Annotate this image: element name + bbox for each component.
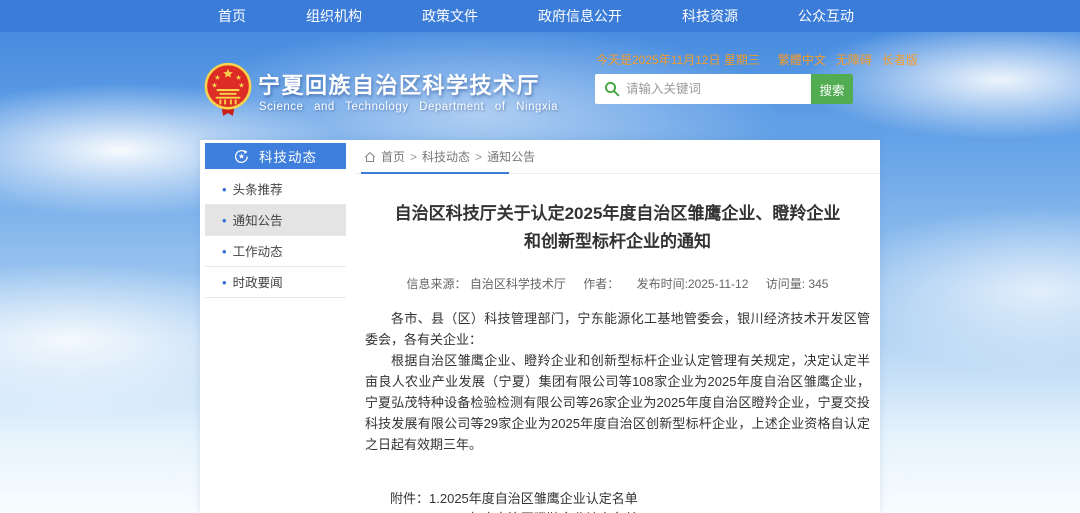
china-national-emblem-logo [204,61,252,119]
sidebar-item-label: 通知公告 [233,214,283,228]
breadcrumb-current: 通知公告 [487,148,535,165]
attachment-link-2[interactable]: 2.2025年度自治区瞪羚企业认定名单 [429,509,677,513]
breadcrumb-separator: > [475,150,482,164]
meta-visit-count: 访问量: 345 [766,277,829,291]
meta-source: 信息来源： 自治区科学技术厅 [407,277,566,291]
star-circle-arrow-icon [234,149,249,164]
top-nav: 首页 组织机构 政策文件 政府信息公开 科技资源 公众互动 [0,0,1080,32]
article-title-line1: 自治区科技厅关于认定2025年度自治区雏鹰企业、瞪羚企业 [355,200,880,228]
bullet-icon: • [222,213,227,228]
nav-item-gov-info-disclosure[interactable]: 政府信息公开 [532,0,628,32]
top-nav-items: 首页 组织机构 政策文件 政府信息公开 科技资源 公众互动 [212,0,860,32]
article-paragraph: 根据自治区雏鹰企业、瞪羚企业和创新型标杆企业认定管理有关规定，决定认定半亩良人农… [365,350,870,455]
home-icon [364,151,376,163]
nav-item-policy-documents[interactable]: 政策文件 [416,0,484,32]
article-body: 各市、县（区）科技管理部门，宁东能源化工基地管委会，银川经济技术开发区管委会，各… [365,308,870,455]
article-title-line2: 和创新型标杆企业的通知 [355,228,880,256]
article-meta: 信息来源： 自治区科学技术厅 作者： 发布时间:2025-11-12 访问量: … [355,275,880,292]
bullet-icon: • [222,182,227,197]
sidebar-item-headlines[interactable]: • 头条推荐 [205,174,346,205]
site-title: 宁夏回族自治区科学技术厅 [258,68,540,100]
sidebar-item-label: 头条推荐 [233,183,283,197]
attachments-block: 附件： 1.2025年度自治区雏鹰企业认定名单 2.2025年度自治区瞪羚企业认… [390,489,880,513]
sidebar-item-current-politics[interactable]: • 时政要闻 [205,267,346,298]
nav-item-sci-tech-resources[interactable]: 科技资源 [676,0,744,32]
sidebar-item-label: 时政要闻 [233,276,283,290]
article-title: 自治区科技厅关于认定2025年度自治区雏鹰企业、瞪羚企业 和创新型标杆企业的通知 [355,200,880,256]
breadcrumb-sci-tech-news[interactable]: 科技动态 [422,148,470,165]
sidebar-item-work-updates[interactable]: • 工作动态 [205,236,346,267]
article-paragraph: 各市、县（区）科技管理部门，宁东能源化工基地管委会，银川经济技术开发区管委会，各… [365,308,870,350]
current-date-text: 今天是2025年11月12日 星期三 [596,51,760,68]
bullet-icon: • [222,275,227,290]
meta-publish-time: 发布时间:2025-11-12 [637,277,749,291]
link-accessibility[interactable]: 无障碍 [836,51,872,68]
search-button[interactable]: 搜索 [811,74,853,104]
search-input[interactable] [626,82,811,96]
site-subtitle: Science and Technology Department of Nin… [259,101,558,113]
meta-author: 作者： [583,277,619,291]
header-utility-bar: 今天是2025年11月12日 星期三 繁體中文 无障碍 长者版 [596,51,876,68]
search-icon [604,81,620,97]
sidebar-item-notices[interactable]: • 通知公告 [205,205,346,236]
sidebar: 科技动态 • 头条推荐 • 通知公告 • 工作动态 • 时政要闻 [205,143,346,298]
nav-item-public-interaction[interactable]: 公众互动 [792,0,860,32]
content-wrapper: 科技动态 • 头条推荐 • 通知公告 • 工作动态 • 时政要闻 首页 > 科技动态 [200,140,880,513]
article-panel: 首页 > 科技动态 > 通知公告 自治区科技厅关于认定2025年度自治区雏鹰企业… [355,140,880,513]
nav-item-home[interactable]: 首页 [212,0,252,32]
attachments-label: 附件： [390,489,429,513]
breadcrumb: 首页 > 科技动态 > 通知公告 [355,140,880,173]
breadcrumb-home[interactable]: 首页 [381,148,405,165]
breadcrumb-separator: > [410,150,417,164]
sidebar-menu: • 头条推荐 • 通知公告 • 工作动态 • 时政要闻 [205,169,346,298]
attachments-list: 1.2025年度自治区雏鹰企业认定名单 2.2025年度自治区瞪羚企业认定名单 … [429,489,677,513]
attachment-link-1[interactable]: 1.2025年度自治区雏鹰企业认定名单 [429,489,677,509]
bullet-icon: • [222,244,227,259]
breadcrumb-underline [361,172,509,174]
sidebar-item-label: 工作动态 [233,245,283,259]
link-elder-version[interactable]: 长者版 [882,51,918,68]
breadcrumb-divider [355,173,880,174]
search-bar: 搜索 [595,74,853,104]
link-traditional-chinese[interactable]: 繁體中文 [778,51,826,68]
nav-item-organization[interactable]: 组织机构 [300,0,368,32]
sidebar-title: 科技动态 [259,146,317,166]
sidebar-header: 科技动态 [205,143,346,169]
